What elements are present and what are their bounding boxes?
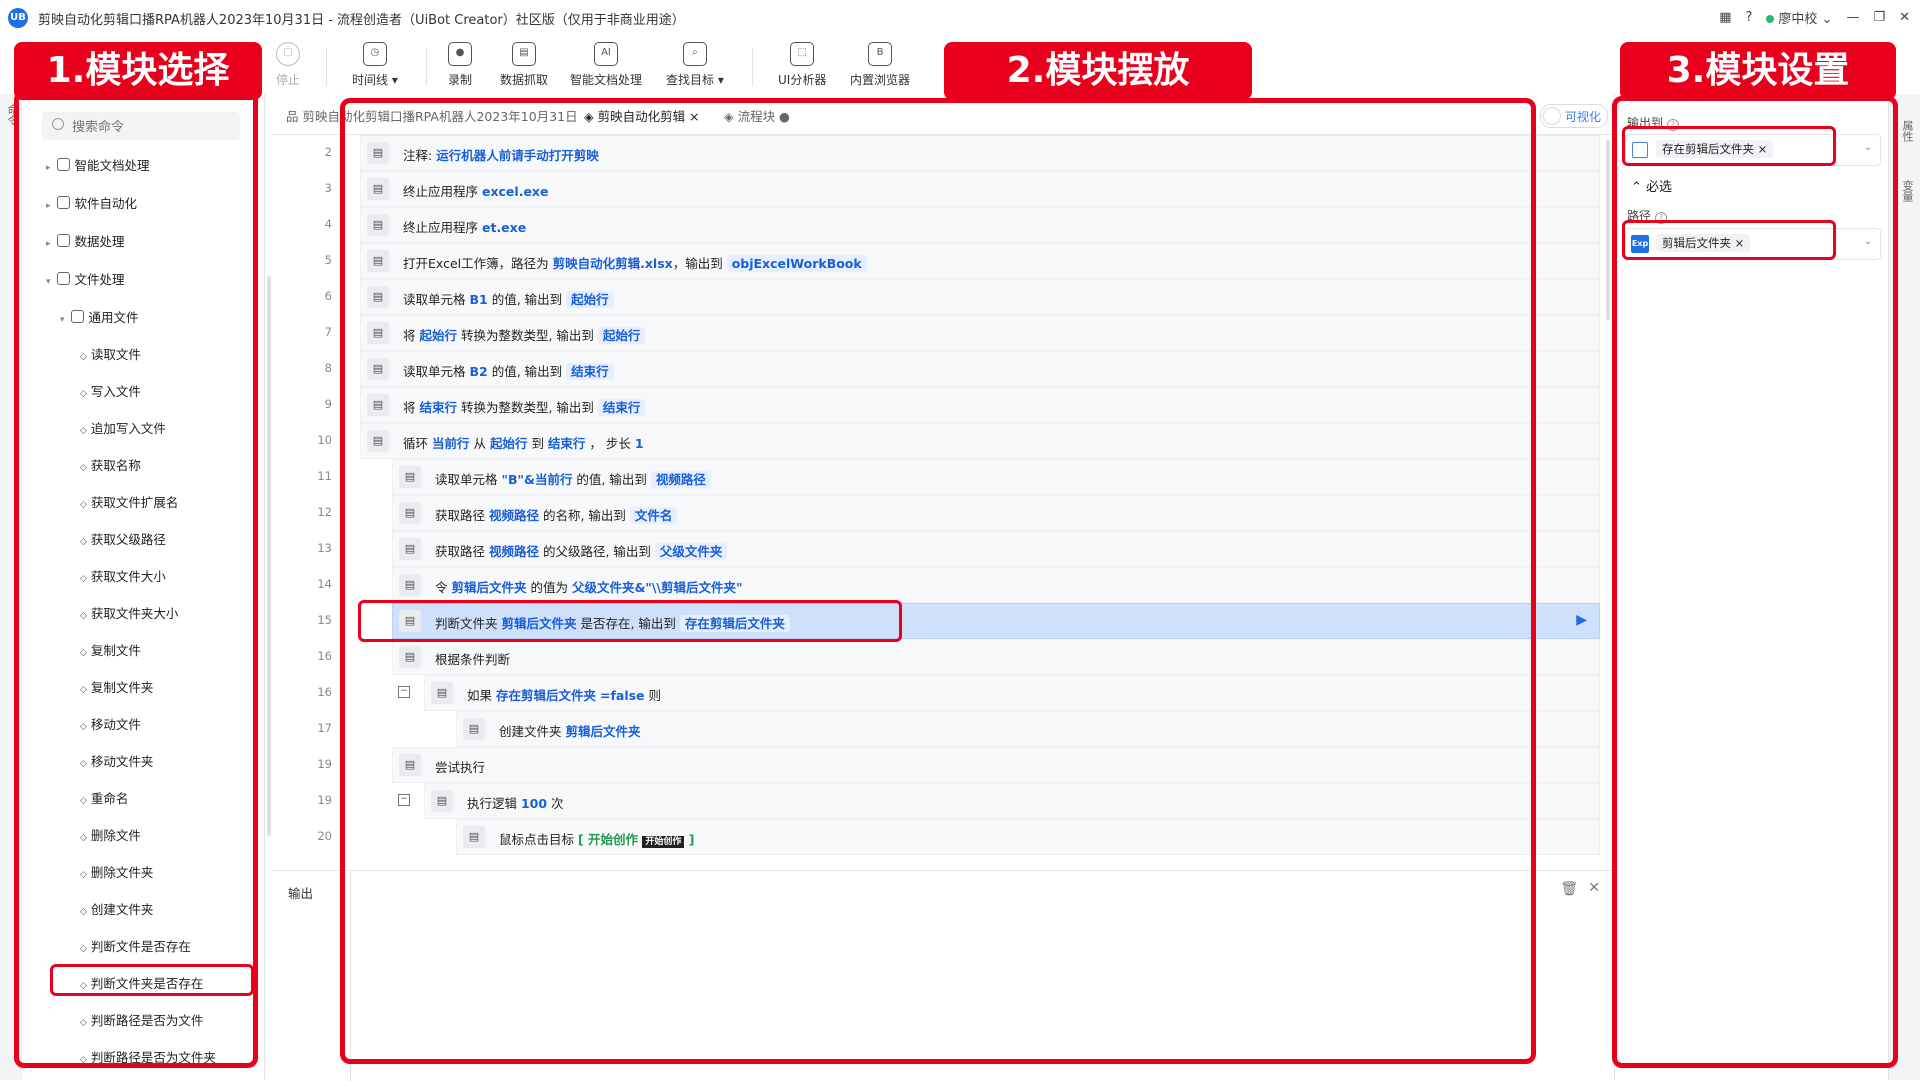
- line-number: 14: [317, 577, 332, 591]
- toolbar-button-3[interactable]: ▤ 数据抓取: [500, 42, 548, 88]
- online-status-icon: [1766, 15, 1775, 23]
- line-number: 8: [324, 361, 332, 375]
- line-number: 9: [324, 397, 332, 411]
- run-from-here-icon[interactable]: ▶: [1576, 612, 1587, 628]
- minimize-button[interactable]: —: [1846, 10, 1859, 25]
- clock-icon: ◷: [362, 42, 387, 66]
- annotation-banner-module-select: 1.模块选择: [14, 42, 262, 100]
- window-title: 剪映自动化剪辑口播RPA机器人2023年10月31日 - 流程创造者（UiBot…: [38, 13, 685, 28]
- browser-icon: B: [868, 42, 892, 66]
- toolbar-label: 时间线 ▾: [352, 73, 398, 87]
- line-number: 16: [317, 649, 332, 663]
- line-number: 15: [317, 613, 332, 627]
- title-bar-controls: ▦ ? 廖中校 ⌄ — ❐ ✕: [1719, 8, 1910, 27]
- annotation-highlight-path-field: [1622, 220, 1836, 260]
- close-button[interactable]: ✕: [1899, 10, 1910, 25]
- annotation-highlight-command: [50, 964, 254, 996]
- annotation-highlight-flow-row: [358, 600, 902, 642]
- canvas-scrollbar[interactable]: [1606, 140, 1610, 320]
- toolbar-button-7[interactable]: B 内置浏览器: [850, 42, 910, 88]
- toolbar-divider: [752, 48, 753, 86]
- annotation-box-module-place: [340, 98, 1536, 1064]
- toolbar-label: 查找目标 ▾: [666, 73, 724, 87]
- toolbar-label: 数据抓取: [500, 73, 549, 87]
- toolbar-label: UI分析器: [778, 73, 827, 87]
- toolbar-button-0[interactable]: ▢ 停止: [276, 42, 300, 88]
- line-number: 10: [317, 433, 332, 447]
- line-number: 13: [317, 541, 332, 555]
- side-tab-properties[interactable]: 属性: [1899, 120, 1915, 142]
- visualize-toggle[interactable]: 可视化: [1540, 104, 1608, 128]
- toolbar-button-6[interactable]: ⬚ UI分析器: [778, 42, 826, 88]
- help-icon[interactable]: ?: [1745, 10, 1752, 25]
- toggle-knob: [1544, 108, 1560, 124]
- ai-doc-icon: AI: [594, 42, 618, 66]
- line-number: 3: [324, 181, 332, 195]
- data-grab-icon: ▤: [512, 42, 536, 66]
- toolbar-label: 内置浏览器: [850, 73, 911, 87]
- record-icon: ●: [448, 42, 472, 66]
- restore-button[interactable]: ❐: [1873, 10, 1885, 25]
- toolbar-button-2[interactable]: ● 录制: [448, 42, 472, 88]
- line-number: 17: [317, 721, 332, 735]
- command-panel-scrollbar[interactable]: [267, 276, 271, 836]
- line-number: 19: [317, 757, 332, 771]
- line-number: 19: [317, 793, 332, 807]
- visualize-label: 可视化: [1565, 110, 1602, 124]
- line-number: 5: [324, 253, 332, 267]
- trash-icon[interactable]: 🗑: [1560, 881, 1578, 897]
- line-number: 2: [324, 145, 332, 159]
- title-bar: UB 剪映自动化剪辑口播RPA机器人2023年10月31日 - 流程创造者（Ui…: [0, 0, 1920, 37]
- toolbar-label: 停止: [276, 73, 301, 87]
- toolbar-button-1[interactable]: ◷ 时间线 ▾: [352, 42, 398, 88]
- toolbar-button-4[interactable]: AI 智能文档处理: [570, 42, 642, 88]
- toolbar-label: 智能文档处理: [570, 73, 643, 87]
- output-label: 输出: [288, 886, 314, 901]
- annotation-banner-module-settings: 3.模块设置: [1620, 42, 1896, 100]
- user-name: 廖中校: [1778, 12, 1818, 27]
- line-number: 11: [317, 469, 332, 483]
- line-number: 7: [324, 325, 332, 339]
- toolbar-button-5[interactable]: ⌕ 查找目标 ▾: [666, 42, 724, 88]
- toolbar-divider: [326, 48, 327, 86]
- line-number: 16: [317, 685, 332, 699]
- line-number: 20: [317, 829, 332, 843]
- find-target-icon: ⌕: [682, 42, 707, 66]
- user-menu[interactable]: 廖中校 ⌄: [1766, 8, 1832, 27]
- annotation-banner-module-place: 2.模块摆放: [944, 42, 1252, 100]
- side-tab-variables[interactable]: 变量: [1899, 180, 1915, 202]
- close-icon[interactable]: ✕: [1588, 880, 1600, 896]
- annotation-highlight-output-field: [1622, 126, 1836, 166]
- annotation-box-module-select: [14, 90, 258, 1068]
- stop-icon: ▢: [276, 42, 300, 66]
- line-number: 6: [324, 289, 332, 303]
- app-logo-icon: UB: [8, 8, 28, 28]
- toolbar-divider: [426, 48, 427, 86]
- toolbar-label: 录制: [448, 73, 473, 87]
- line-number: 12: [317, 505, 332, 519]
- line-number: 4: [324, 217, 332, 231]
- ui-analyzer-icon: ⬚: [790, 42, 815, 66]
- apps-grid-icon[interactable]: ▦: [1719, 10, 1731, 25]
